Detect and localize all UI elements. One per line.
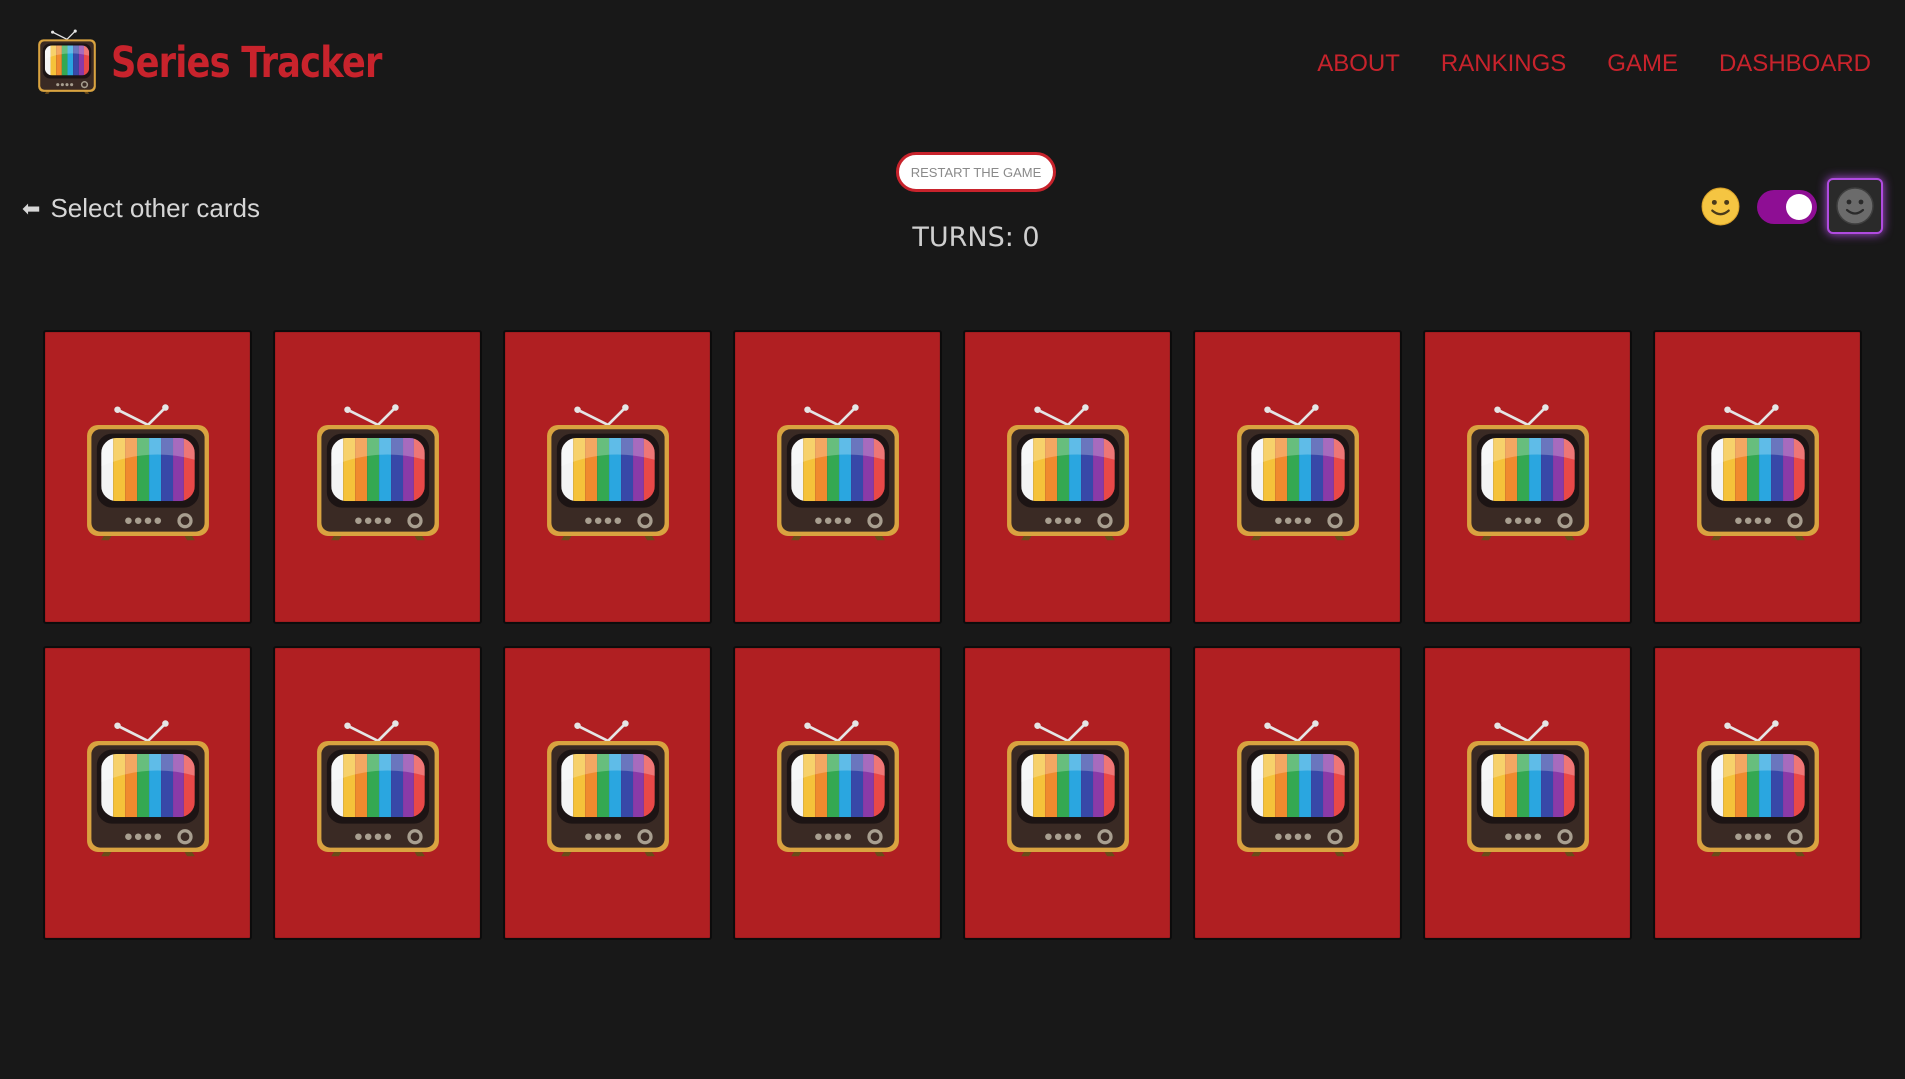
retro-tv-icon [82, 717, 214, 865]
nav-link-rankings[interactable]: RANKINGS [1441, 50, 1566, 78]
memory-card[interactable] [273, 646, 482, 940]
memory-card[interactable] [1423, 646, 1632, 940]
dark-mode-toggle[interactable] [1757, 190, 1817, 224]
memory-card[interactable] [43, 646, 252, 940]
retro-tv-icon [1232, 717, 1364, 865]
nav-link-about[interactable]: ABOUT [1317, 50, 1400, 78]
arrow-left-icon: ⬅ [22, 195, 41, 221]
memory-card[interactable] [273, 330, 482, 624]
memory-card[interactable] [43, 330, 252, 624]
memory-card[interactable] [963, 330, 1172, 624]
retro-tv-icon [312, 717, 444, 865]
retro-tv-icon [772, 401, 904, 549]
nav-link-dashboard[interactable]: DASHBOARD [1719, 50, 1871, 78]
retro-tv-icon [542, 717, 674, 865]
nav-link-game[interactable]: GAME [1607, 50, 1678, 78]
retro-tv-icon [35, 28, 99, 98]
memory-card[interactable] [963, 646, 1172, 940]
main-nav: ABOUT RANKINGS GAME DASHBOARD [1276, 50, 1871, 78]
retro-tv-icon [1462, 401, 1594, 549]
memory-card[interactable] [503, 646, 712, 940]
memory-card[interactable] [733, 646, 942, 940]
turns-counter-wrap: TURNS: 0 [0, 222, 1905, 253]
retro-tv-icon [1692, 717, 1824, 865]
retro-tv-icon [1232, 401, 1364, 549]
memory-card[interactable] [733, 330, 942, 624]
toggle-knob [1786, 194, 1812, 220]
retro-tv-icon [772, 717, 904, 865]
retro-tv-icon [1002, 717, 1134, 865]
smiley-face-icon [1701, 187, 1740, 226]
memory-card[interactable] [1653, 330, 1862, 624]
restart-game-button[interactable]: RESTART THE GAME [896, 152, 1056, 192]
retro-tv-icon [1692, 401, 1824, 549]
select-other-cards-label: Select other cards [50, 193, 260, 223]
brand-logo[interactable]: Series Tracker [35, 28, 441, 98]
memory-card[interactable] [1653, 646, 1862, 940]
app-title: Series Tracker [111, 38, 382, 88]
memory-card[interactable] [1193, 646, 1402, 940]
retro-tv-icon [1002, 401, 1134, 549]
app-header: Series Tracker ABOUT RANKINGS GAME DASHB… [0, 0, 1905, 130]
retro-tv-icon [542, 401, 674, 549]
dark-mode-button[interactable] [1827, 178, 1883, 234]
turns-counter: TURNS: 0 [912, 222, 1040, 253]
card-grid [43, 330, 1862, 940]
memory-card[interactable] [1193, 330, 1402, 624]
memory-card[interactable] [1423, 330, 1632, 624]
select-other-cards-link[interactable]: ⬅ Select other cards [22, 193, 260, 224]
retro-tv-icon [312, 401, 444, 549]
dark-smiley-face-icon [1836, 187, 1874, 225]
retro-tv-icon [1462, 717, 1594, 865]
memory-card[interactable] [503, 330, 712, 624]
retro-tv-icon [82, 401, 214, 549]
